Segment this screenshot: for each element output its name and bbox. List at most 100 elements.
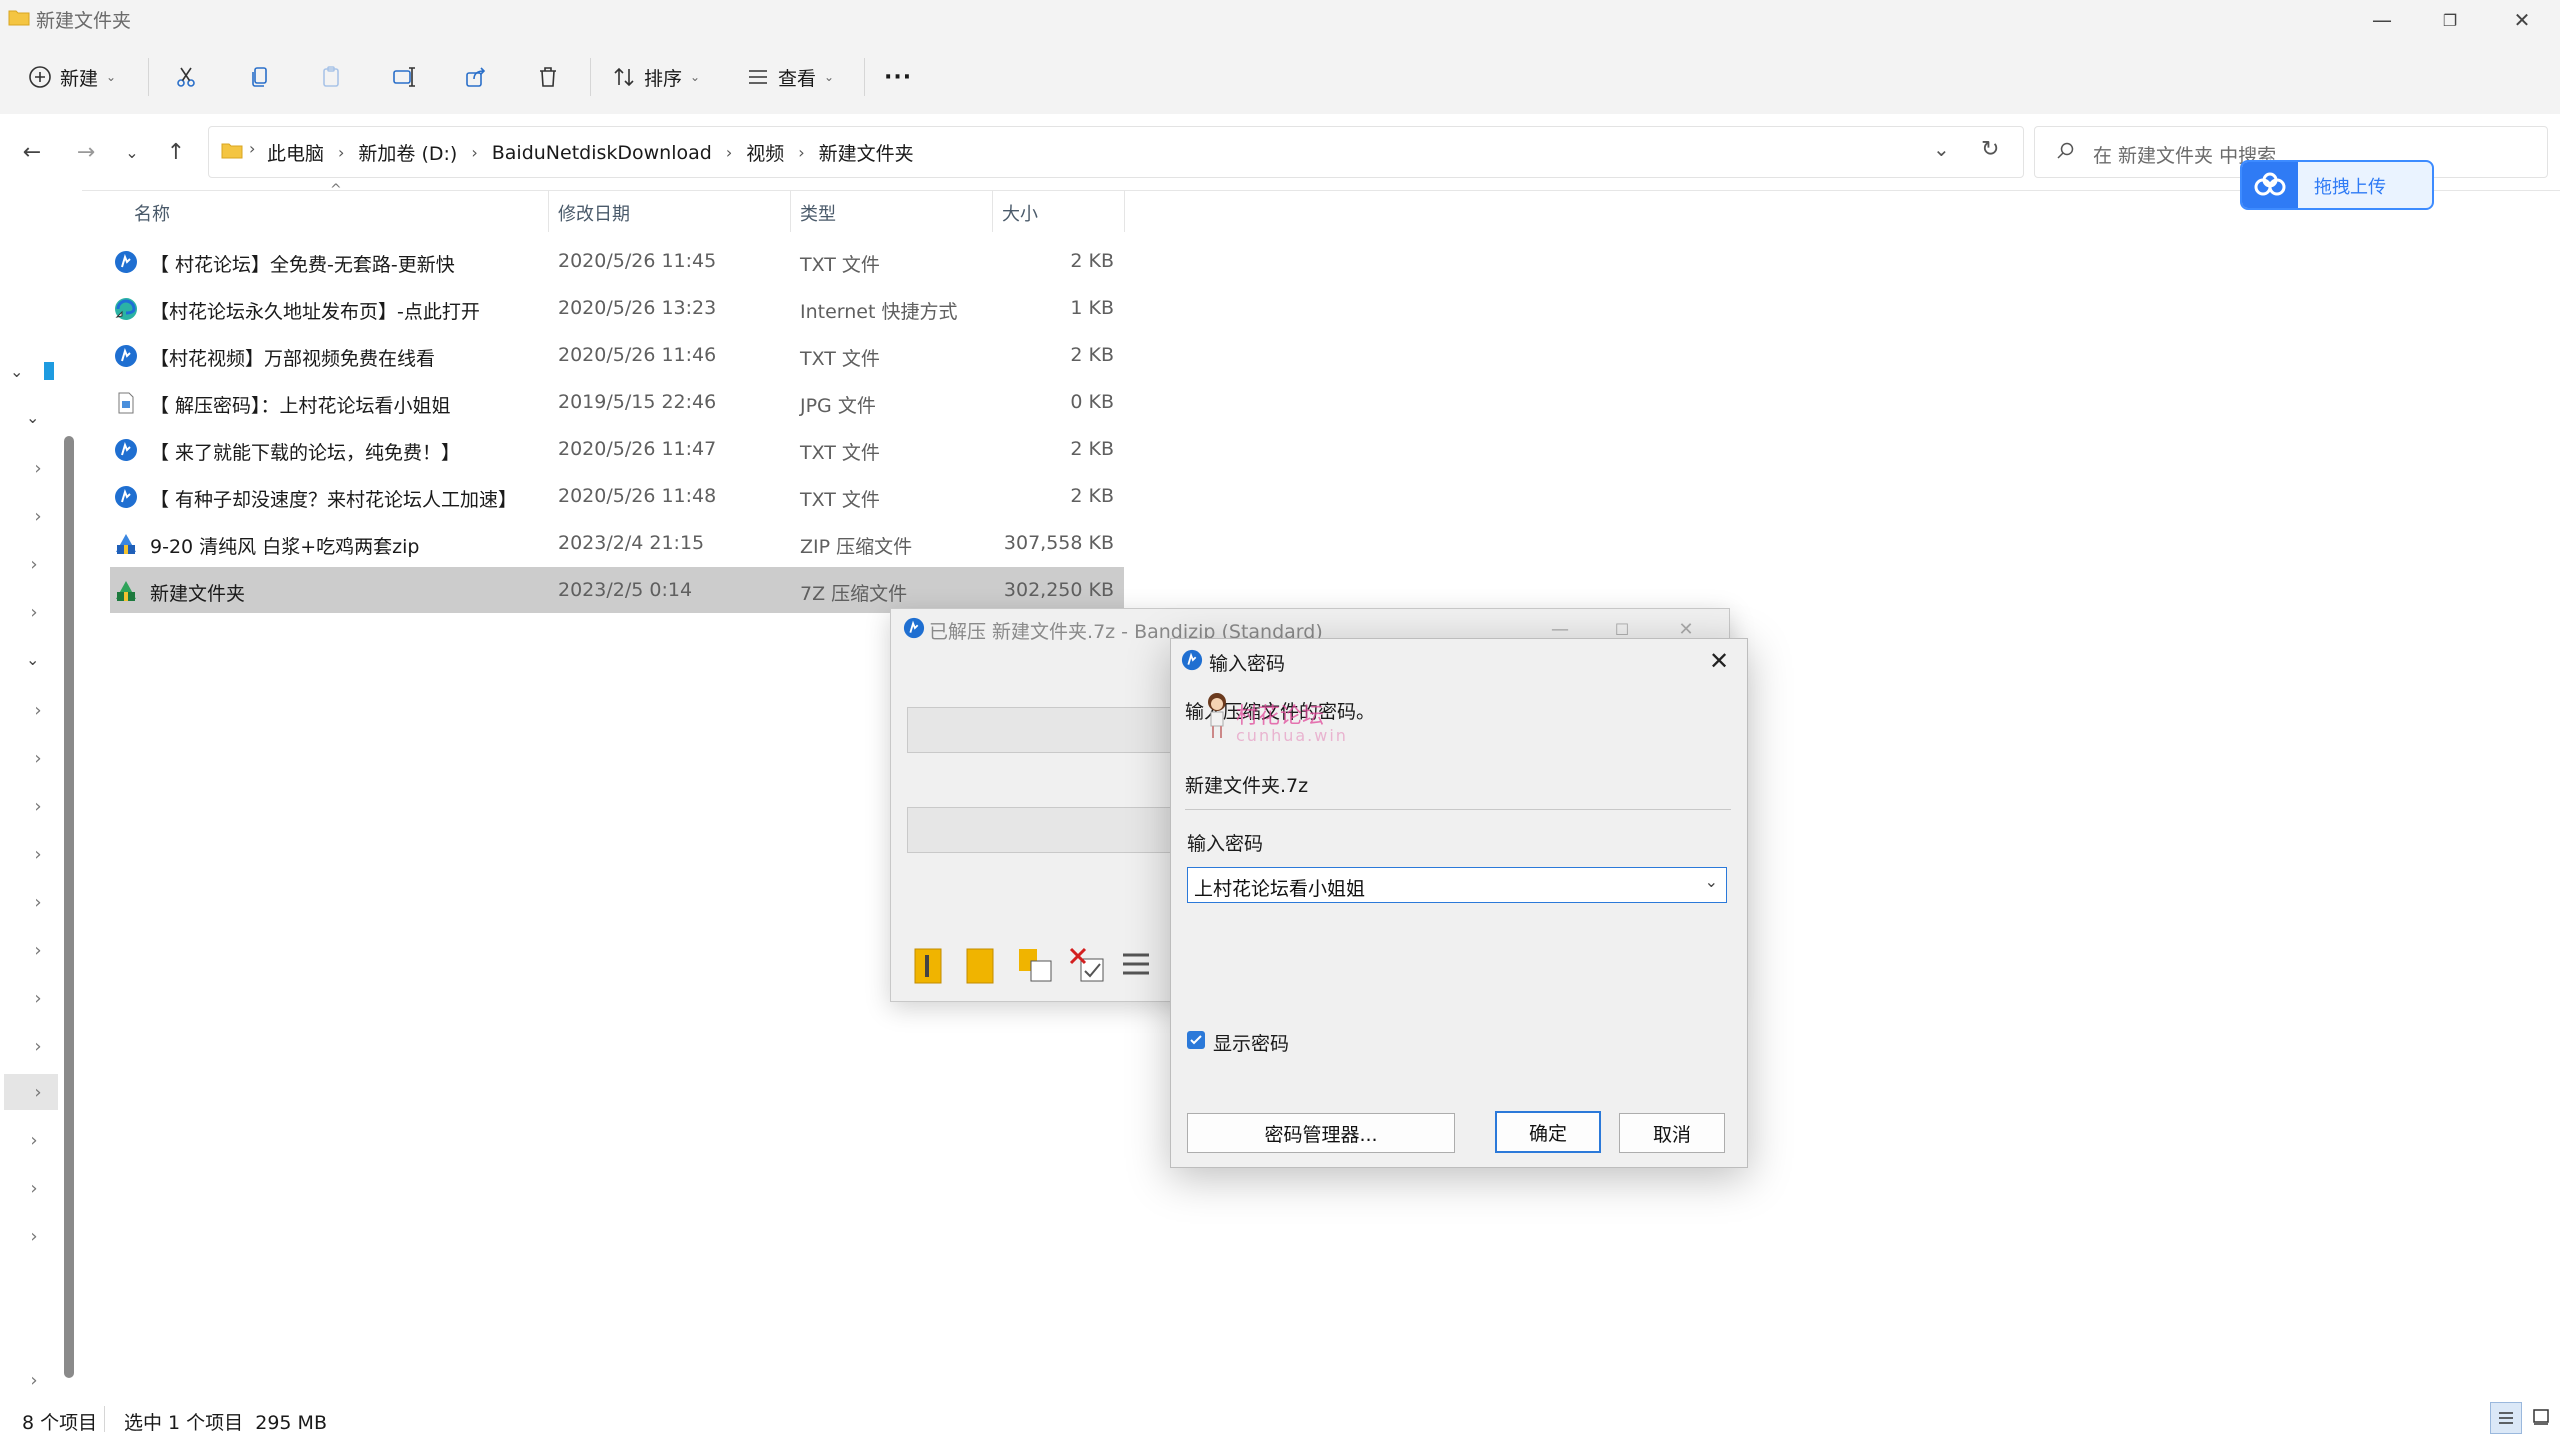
recent-locations-chevron-icon[interactable]: ⌄ (112, 132, 152, 172)
command-bar: 新建 ⌄ 排序 ⌄ 查看 ⌄ ··· (0, 40, 2560, 115)
rename-button[interactable] (392, 54, 416, 100)
new-button[interactable]: 新建 ⌄ (28, 54, 116, 100)
file-row[interactable]: 【村花论坛永久地址发布页】-点此打开 2020/5/26 13:23 Inter… (110, 285, 1124, 331)
archive-filename: 新建文件夹.7z (1185, 775, 1309, 797)
bandizip-txt-icon (114, 485, 138, 509)
column-divider[interactable] (1124, 190, 1125, 232)
collapse-chevron-icon[interactable]: › (24, 554, 44, 575)
collapse-chevron-icon[interactable]: › (24, 1370, 44, 1391)
back-arrow-icon[interactable]: ← (12, 132, 52, 172)
column-divider[interactable] (992, 190, 993, 232)
collapse-chevron-icon[interactable]: › (28, 892, 48, 913)
column-header-type[interactable]: 类型 (800, 200, 836, 226)
column-header: ^ 名称 修改日期 类型 大小 (110, 182, 1130, 232)
show-password-checkbox[interactable] (1187, 1031, 1205, 1049)
file-date: 2020/5/26 11:48 (558, 485, 717, 507)
ok-button[interactable]: 确定 (1495, 1111, 1601, 1153)
menu-icon[interactable] (1121, 949, 1151, 979)
large-icons-view-icon[interactable] (2526, 1402, 2556, 1432)
bandizip-txt-icon (114, 344, 138, 368)
file-row[interactable]: 【 村花论坛】全免费-无套路-更新快 2020/5/26 11:45 TXT 文… (110, 238, 1124, 284)
collapse-chevron-icon[interactable]: › (28, 1082, 48, 1103)
collapse-chevron-icon[interactable]: › (28, 748, 48, 769)
chevron-down-icon[interactable]: ⌄ (1705, 872, 1718, 891)
details-view-icon[interactable] (2490, 1402, 2522, 1434)
file-row[interactable]: 【村花视频】万部视频免费在线看 2020/5/26 11:46 TXT 文件 2… (110, 332, 1124, 378)
file-date: 2020/5/26 11:45 (558, 250, 717, 272)
share-button[interactable] (464, 54, 488, 100)
collapse-chevron-icon[interactable]: › (28, 844, 48, 865)
copy-files-icon[interactable] (1017, 947, 1055, 985)
minimize-button[interactable]: — (2358, 0, 2406, 40)
collapse-chevron-icon[interactable]: › (24, 1226, 44, 1247)
internet-shortcut-icon (114, 297, 138, 321)
expand-chevron-icon[interactable]: ⌄ (26, 650, 39, 669)
watermark-subtext: cunhua.win (1236, 726, 1348, 745)
title-bar: 新建文件夹 — ❐ ✕ (0, 0, 2560, 40)
more-options-button[interactable]: ··· (884, 54, 912, 100)
close-button[interactable]: ✕ (2498, 0, 2546, 40)
file-size: 2 KB (1070, 250, 1114, 272)
password-manager-button[interactable]: 密码管理器... (1187, 1113, 1455, 1153)
collapse-chevron-icon[interactable]: › (24, 1130, 44, 1151)
view-button[interactable]: 查看 ⌄ (746, 54, 834, 100)
collapse-chevron-icon[interactable]: › (28, 940, 48, 961)
baidu-upload-widget[interactable]: 拖拽上传 (2240, 160, 2434, 210)
delete-check-icon[interactable] (1069, 947, 1107, 985)
column-header-size[interactable]: 大小 (1002, 200, 1038, 226)
folder-icon[interactable] (965, 947, 999, 985)
file-row-selected[interactable]: 新建文件夹 2023/2/5 0:14 7Z 压缩文件 302,250 KB (110, 567, 1124, 613)
column-divider[interactable] (790, 190, 791, 232)
file-type: Internet 快捷方式 (800, 301, 958, 323)
collapse-chevron-icon[interactable]: › (24, 1178, 44, 1199)
open-folder-icon[interactable] (913, 947, 947, 985)
breadcrumb-separator-icon: › (338, 143, 345, 162)
breadcrumb-item-this-pc[interactable]: 此电脑 (267, 139, 324, 166)
breadcrumb-item-drive-d[interactable]: 新加卷 (D:) (358, 139, 457, 166)
file-size: 2 KB (1070, 485, 1114, 507)
up-arrow-icon[interactable]: ↑ (156, 132, 196, 172)
breadcrumb-item-baidu-download[interactable]: BaiduNetdiskDownload (492, 142, 712, 164)
column-header-name[interactable]: 名称 (134, 200, 170, 226)
column-header-date[interactable]: 修改日期 (558, 200, 630, 226)
bandizip-txt-icon (114, 438, 138, 462)
cancel-button[interactable]: 取消 (1619, 1113, 1725, 1153)
address-history-chevron-icon[interactable]: ⌄ (1933, 137, 1950, 161)
collapse-chevron-icon[interactable]: › (28, 796, 48, 817)
baidu-cloud-icon (2242, 162, 2298, 208)
file-type: TXT 文件 (800, 442, 880, 464)
sort-button[interactable]: 排序 ⌄ (612, 54, 700, 100)
password-input[interactable]: 上村花论坛看小姐姐 ⌄ (1187, 867, 1727, 903)
expand-chevron-icon[interactable]: ⌄ (26, 408, 39, 427)
forward-arrow-icon[interactable]: → (66, 132, 106, 172)
breadcrumb-item-videos[interactable]: 视频 (746, 139, 784, 166)
show-password-label[interactable]: 显示密码 (1213, 1029, 1289, 1056)
sort-button-label: 排序 (644, 67, 683, 90)
password-value: 上村花论坛看小姐姐 (1194, 878, 1366, 900)
nav-pane-scrollbar[interactable] (64, 436, 74, 1378)
collapse-chevron-icon[interactable]: › (28, 700, 48, 721)
breadcrumb-item-current-folder[interactable]: 新建文件夹 (819, 139, 914, 166)
collapse-chevron-icon[interactable]: › (28, 506, 48, 527)
file-row[interactable]: 【 解压密码】：上村花论坛看小姐姐 2019/5/15 22:46 JPG 文件… (110, 379, 1124, 425)
quick-access-icon (44, 362, 54, 380)
copy-button[interactable] (248, 54, 272, 100)
maximize-button[interactable]: ❐ (2426, 0, 2474, 40)
toolbar-divider (864, 58, 865, 96)
delete-button[interactable] (536, 54, 560, 100)
column-divider[interactable] (548, 190, 549, 232)
expand-chevron-icon[interactable]: ⌄ (10, 362, 23, 381)
file-row[interactable]: 【 来了就能下载的论坛，纯免费！】 2020/5/26 11:47 TXT 文件… (110, 426, 1124, 472)
scissors-icon (174, 65, 198, 89)
collapse-chevron-icon[interactable]: › (28, 1036, 48, 1057)
refresh-icon[interactable]: ↻ (1981, 137, 1999, 162)
paste-button[interactable] (320, 54, 344, 100)
close-icon[interactable]: ✕ (1703, 645, 1735, 677)
collapse-chevron-icon[interactable]: › (28, 988, 48, 1009)
file-row[interactable]: 9-20 清纯风 白浆+吃鸡两套zip 2023/2/4 21:15 ZIP 压… (110, 520, 1124, 566)
collapse-chevron-icon[interactable]: › (24, 602, 44, 623)
cut-button[interactable] (174, 54, 198, 100)
collapse-chevron-icon[interactable]: › (28, 458, 48, 479)
file-row[interactable]: 【 有种子却没速度？来村花论坛人工加速】 2020/5/26 11:48 TXT… (110, 473, 1124, 519)
address-bar[interactable]: › 此电脑 › 新加卷 (D:) › BaiduNetdiskDownload … (208, 126, 2024, 178)
